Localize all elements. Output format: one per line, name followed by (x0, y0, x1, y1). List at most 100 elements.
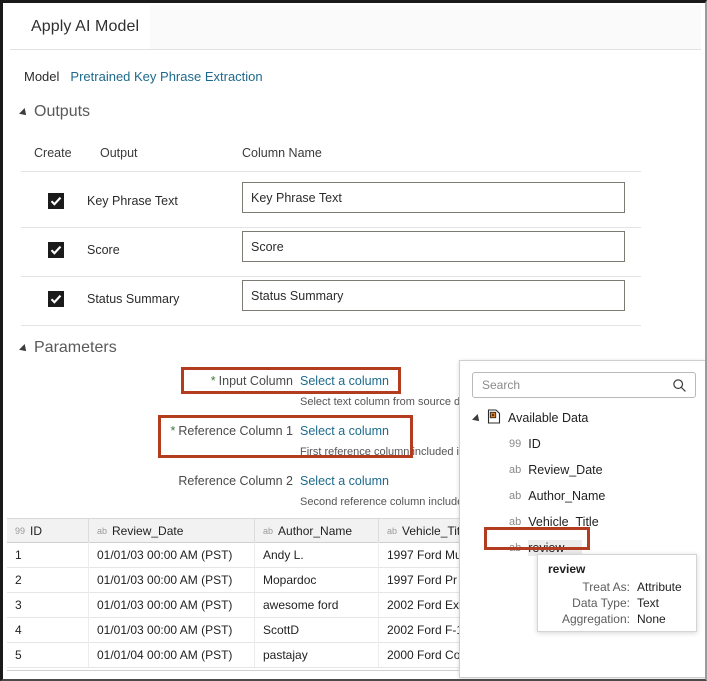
tooltip-value: None (637, 612, 666, 626)
tree-item-author-name[interactable]: ab Author_Name (460, 483, 705, 509)
cell-review-date: 01/01/04 00:00 AM (PST) (89, 642, 255, 667)
output-name: Status Summary (87, 292, 180, 306)
parameter-label-text: Reference Column 1 (178, 424, 293, 438)
tree-item-label: Review_Date (528, 463, 603, 477)
type-code-label: ab (263, 525, 274, 536)
divider (21, 171, 641, 172)
outputs-header-output: Output (100, 146, 138, 160)
required-star: * (170, 424, 176, 438)
cell-author-name: Andy L. (255, 542, 379, 567)
tab-label: Apply AI Model (31, 18, 140, 35)
cell-review-date: 01/01/03 00:00 AM (PST) (89, 567, 255, 592)
tooltip-row-aggregation: Aggregation: None (548, 611, 686, 627)
tooltip-key: Data Type: (572, 596, 630, 610)
tooltip-value: Text (637, 596, 660, 610)
tooltip-title: review (548, 562, 586, 576)
outputs-header-column-name: Column Name (242, 146, 322, 160)
output-create-checkbox[interactable] (48, 193, 64, 209)
parameter-label: * Input Column (58, 374, 293, 388)
tree-root-label: Available Data (508, 411, 589, 425)
output-row: Status Summary Status Summary (3, 277, 641, 325)
cell-id: 1 (7, 542, 89, 567)
outputs-section-title: Outputs (34, 103, 91, 120)
grid-header-label: Author_Name (278, 523, 353, 538)
required-star: * (210, 374, 216, 388)
output-create-checkbox[interactable] (48, 291, 64, 307)
outputs-section-header[interactable]: Outputs (19, 103, 91, 121)
tree-root-available-data[interactable]: Available Data (460, 405, 705, 431)
select-column-link[interactable]: Select a column (300, 474, 389, 488)
type-code-label: 99 (509, 438, 522, 450)
grid-header-cell-author-name[interactable]: ab Author_Name (255, 519, 379, 542)
cell-review-date: 01/01/03 00:00 AM (PST) (89, 542, 255, 567)
tree-item-vehicle-title[interactable]: ab Vehicle_Title (460, 509, 705, 535)
type-code-label: ab (387, 525, 398, 536)
grid-header-label: Vehicle_Tit (402, 523, 461, 538)
grid-header-cell-id[interactable]: 99 ID (7, 519, 89, 542)
parameter-label-text: Input Column (218, 374, 293, 388)
collapse-caret-icon (19, 344, 29, 354)
cell-review-date: 01/01/03 00:00 AM (PST) (89, 592, 255, 617)
type-code-label: ab (97, 525, 108, 536)
parameter-hint: Select text column from source da (300, 396, 467, 408)
tooltip-row-data-type: Data Type: Text (548, 595, 686, 611)
divider (21, 325, 641, 326)
parameter-label: * Reference Column 1 (58, 424, 293, 438)
output-column-name-input[interactable]: Score (242, 231, 625, 262)
apply-ai-model-window: Apply AI Model Model Pretrained Key Phra… (0, 0, 707, 681)
parameter-label-text: Reference Column 2 (178, 474, 293, 488)
cell-id: 3 (7, 592, 89, 617)
parameter-hint: First reference column included in (300, 446, 466, 458)
type-code-label: 99 (15, 525, 26, 536)
search-input[interactable] (473, 377, 669, 393)
model-row: Model Pretrained Key Phrase Extraction (24, 69, 263, 84)
cell-id: 4 (7, 617, 89, 642)
model-value-link[interactable]: Pretrained Key Phrase Extraction (70, 69, 262, 84)
model-label: Model (24, 69, 60, 84)
output-row: Score Score (3, 228, 641, 276)
cell-author-name: pastajay (255, 642, 379, 667)
search-icon[interactable] (672, 378, 687, 396)
output-name: Key Phrase Text (87, 194, 178, 208)
cell-author-name: awesome ford (255, 592, 379, 617)
parameter-label: Reference Column 2 (58, 474, 293, 488)
tree-item-label: Vehicle_Title (528, 515, 599, 529)
parameters-section-title: Parameters (34, 339, 117, 356)
expand-caret-icon (472, 414, 482, 424)
tooltip-key: Aggregation: (561, 612, 630, 626)
grid-header-label: Review_Date (112, 523, 184, 538)
collapse-caret-icon (19, 108, 29, 118)
tooltip-key: Treat As: (582, 580, 630, 594)
select-column-link[interactable]: Select a column (300, 424, 389, 438)
cell-author-name: Mopardoc (255, 567, 379, 592)
search-box[interactable] (472, 372, 696, 398)
outputs-column-headers: Create Output Column Name (3, 143, 641, 171)
output-create-checkbox[interactable] (48, 242, 64, 258)
type-code-label: ab (509, 490, 522, 502)
output-column-name-input[interactable]: Status Summary (242, 280, 625, 311)
type-code-label: ab (509, 464, 522, 476)
type-code-label: ab (509, 542, 522, 554)
output-column-name-input[interactable]: Key Phrase Text (242, 182, 625, 213)
cell-id: 5 (7, 642, 89, 667)
tab-apply-ai-model[interactable]: Apply AI Model (10, 5, 150, 49)
grid-header-cell-review-date[interactable]: ab Review_Date (89, 519, 255, 542)
grid-header-label: ID (30, 523, 43, 538)
select-column-link[interactable]: Select a column (300, 374, 389, 388)
tree-item-review-date[interactable]: ab Review_Date (460, 457, 705, 483)
parameters-section-header[interactable]: Parameters (19, 339, 117, 357)
parameter-hint: Second reference column included (300, 496, 470, 508)
tree-item-id[interactable]: 99 ID (460, 431, 705, 457)
tooltip-value: Attribute (637, 580, 682, 594)
data-source-icon (487, 409, 501, 427)
cell-author-name: ScottD (255, 617, 379, 642)
cell-id: 2 (7, 567, 89, 592)
tab-bar: Apply AI Model (10, 5, 701, 50)
output-name: Score (87, 243, 120, 257)
tree-item-label: Author_Name (528, 489, 606, 503)
cell-review-date: 01/01/03 00:00 AM (PST) (89, 617, 255, 642)
column-detail-tooltip: review Treat As: Attribute Data Type: Te… (537, 554, 697, 632)
output-row: Key Phrase Text Key Phrase Text (3, 179, 641, 227)
available-data-tree: Available Data 99 ID ab Review_Date ab A… (460, 405, 705, 561)
type-code-label: ab (509, 516, 522, 528)
